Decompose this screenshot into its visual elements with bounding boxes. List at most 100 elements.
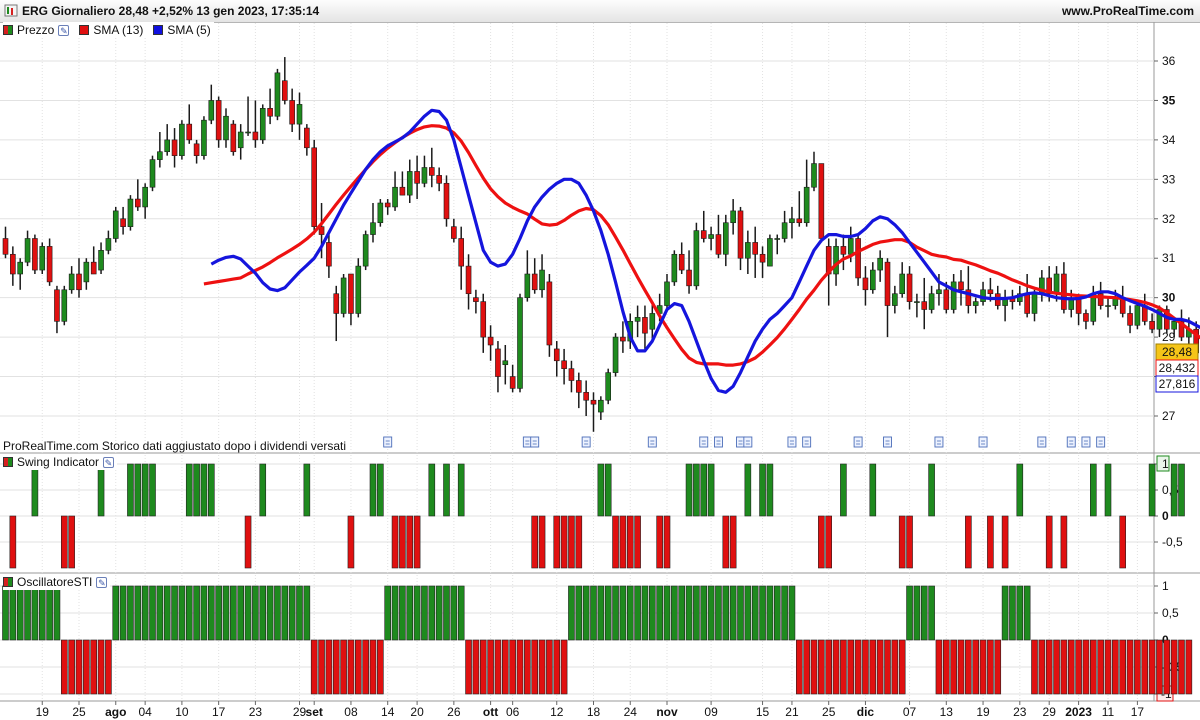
sti-bar bbox=[354, 639, 362, 695]
sti-bar bbox=[340, 639, 347, 695]
dividend-icon-body bbox=[581, 436, 591, 448]
sti-bar bbox=[840, 639, 847, 695]
candle bbox=[179, 123, 185, 156]
candle bbox=[61, 289, 68, 322]
sti-bar bbox=[869, 639, 877, 695]
sti-bar bbox=[781, 585, 788, 641]
sma13-swatch bbox=[79, 25, 90, 35]
x-tick-label: 09 bbox=[704, 705, 718, 719]
candle bbox=[1024, 293, 1030, 314]
sti-bar bbox=[744, 585, 752, 641]
sti-bar bbox=[582, 585, 590, 641]
candle bbox=[164, 139, 170, 153]
dividend-icon bbox=[1096, 436, 1106, 448]
swing-bar bbox=[626, 515, 634, 569]
x-tick-label: 13 bbox=[940, 705, 954, 719]
candle bbox=[171, 139, 178, 156]
swing-bar bbox=[127, 463, 134, 517]
swing-bar bbox=[1060, 515, 1068, 569]
candle bbox=[414, 171, 420, 184]
sti-bar bbox=[332, 639, 340, 695]
sti-bar bbox=[112, 585, 120, 641]
candle bbox=[39, 246, 46, 271]
candle bbox=[46, 246, 53, 283]
swing-bar bbox=[928, 463, 935, 517]
candle bbox=[68, 273, 75, 291]
sti-bar bbox=[1038, 639, 1046, 695]
sti-bar bbox=[1009, 585, 1016, 641]
swing-bar bbox=[965, 515, 972, 569]
x-tick-label: ott bbox=[483, 705, 498, 719]
x-tick-label: 29 bbox=[1043, 705, 1057, 719]
x-tick-label: 26 bbox=[447, 705, 461, 719]
dividend-icon-body bbox=[1081, 436, 1091, 448]
sti-bar bbox=[252, 585, 259, 641]
sti-bar bbox=[1097, 639, 1104, 695]
swing-bar bbox=[597, 463, 605, 517]
candle bbox=[24, 238, 31, 263]
candle bbox=[502, 360, 509, 366]
swing-bar bbox=[700, 463, 708, 517]
candle bbox=[789, 218, 795, 224]
sti-bar bbox=[1082, 639, 1090, 695]
sti-bar bbox=[465, 639, 472, 695]
swing-bar bbox=[97, 463, 105, 517]
sti-bar bbox=[435, 585, 443, 641]
candle bbox=[17, 261, 24, 275]
sma13-badge: 28,432 bbox=[1155, 359, 1199, 377]
swing-bars bbox=[9, 463, 1185, 569]
sti-bar bbox=[399, 585, 406, 641]
candle bbox=[612, 336, 619, 373]
sti-bar bbox=[9, 585, 17, 641]
dividend-icon bbox=[383, 436, 393, 448]
sti-bar bbox=[494, 639, 502, 695]
candle bbox=[730, 210, 736, 224]
swing-bar bbox=[693, 463, 700, 517]
sti-bar bbox=[1060, 639, 1068, 695]
candle bbox=[157, 151, 163, 160]
candle bbox=[590, 399, 597, 405]
wrench-icon[interactable]: ✎ bbox=[103, 456, 115, 468]
sti-bar bbox=[891, 639, 899, 695]
candle bbox=[377, 202, 384, 224]
sti-bar bbox=[141, 585, 149, 641]
sti-bar bbox=[847, 639, 855, 695]
x-tick-label: 04 bbox=[138, 705, 152, 719]
candle bbox=[120, 218, 126, 227]
sti-bar bbox=[663, 585, 671, 641]
candle bbox=[370, 222, 376, 235]
sti-bar bbox=[729, 585, 737, 641]
candle bbox=[928, 293, 935, 310]
candle bbox=[480, 301, 487, 338]
sti-bar bbox=[795, 639, 803, 695]
wrench-icon[interactable]: ✎ bbox=[58, 24, 70, 36]
candle bbox=[1171, 321, 1177, 330]
candle bbox=[223, 115, 229, 141]
swing-bar bbox=[149, 463, 156, 517]
sti-bar bbox=[715, 585, 722, 641]
candle bbox=[509, 376, 516, 389]
x-tick-label: 12 bbox=[550, 705, 564, 719]
candle bbox=[803, 186, 810, 224]
swing-bar bbox=[656, 515, 663, 569]
swing-bar bbox=[619, 515, 627, 569]
candle bbox=[877, 257, 883, 271]
swing-swatch bbox=[3, 457, 13, 467]
sti-bar bbox=[105, 639, 112, 695]
swing-bar bbox=[1148, 463, 1156, 517]
sti-bar bbox=[1141, 639, 1149, 695]
sti-bar bbox=[685, 585, 693, 641]
candle bbox=[1127, 313, 1133, 326]
candle bbox=[781, 222, 788, 239]
swing-bar bbox=[898, 515, 906, 569]
sti-bar bbox=[876, 639, 884, 695]
sti-bar bbox=[516, 639, 524, 695]
dividend-icon-body bbox=[853, 436, 863, 448]
candle bbox=[546, 281, 553, 346]
candle bbox=[127, 198, 134, 227]
sma13-badge-text: 28,432 bbox=[1159, 361, 1196, 375]
candle bbox=[568, 368, 575, 381]
sma5-badge: 27,816 bbox=[1155, 375, 1199, 393]
wrench-icon[interactable]: ✎ bbox=[96, 576, 108, 588]
sti-bar bbox=[1045, 639, 1053, 695]
